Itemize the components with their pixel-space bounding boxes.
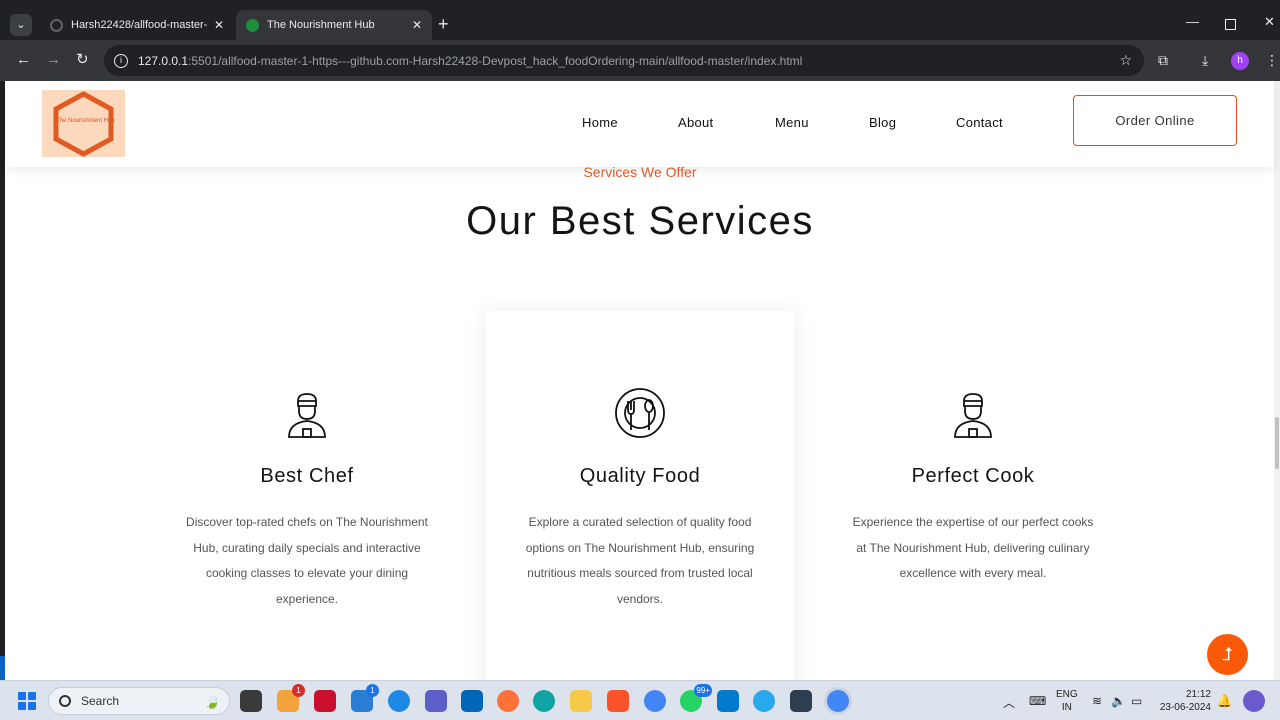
service-title: Best Chef	[260, 465, 354, 487]
windows-taskbar: Search 🍃 1 1 99+ ︿ ⌨ ENG IN ≋ 🔈 ▭ 21:12 …	[0, 680, 1280, 720]
telegram-icon[interactable]	[753, 690, 775, 712]
terminal-app-icon[interactable]	[790, 690, 812, 712]
nav-about[interactable]: About	[678, 115, 713, 130]
sticker-app-icon[interactable]	[388, 690, 410, 712]
section-title: Our Best Services	[466, 199, 814, 243]
nav-blog[interactable]: Blog	[869, 115, 896, 130]
profile-avatar[interactable]: h	[1231, 52, 1249, 70]
close-icon[interactable]: ✕	[214, 18, 224, 32]
clock[interactable]: 21:12 23-06-2024	[1159, 688, 1211, 714]
wifi-icon[interactable]: ≋	[1092, 694, 1102, 708]
search-label: Search	[81, 694, 120, 708]
taskbar-search[interactable]: Search 🍃	[48, 687, 230, 715]
task-view-icon[interactable]	[240, 690, 262, 712]
site-header: The Nourishment Hub Home About Menu Blog…	[5, 81, 1274, 167]
chevron-up-icon[interactable]: ︿	[1003, 694, 1015, 711]
minimize-icon[interactable]: —	[1186, 14, 1199, 29]
notification-bell-icon[interactable]: 🔔	[1217, 694, 1232, 708]
chef-icon	[288, 393, 326, 438]
todo-icon[interactable]: 1	[351, 684, 379, 712]
store-icon[interactable]	[461, 690, 483, 712]
forward-icon[interactable]: →	[46, 51, 61, 69]
url-text: 127.0.0.1:5501/allfood-master-1-https---…	[138, 53, 803, 68]
tab-nourishment-hub[interactable]: The Nourishment Hub ✕	[236, 10, 432, 40]
more-menu-icon[interactable]: ⋮	[1265, 52, 1279, 69]
copilot-icon[interactable]	[1243, 690, 1265, 712]
vscode-icon[interactable]	[717, 690, 739, 712]
back-icon[interactable]: ←	[16, 51, 31, 69]
teams-icon[interactable]	[425, 690, 447, 712]
tab-search-button[interactable]: ⌄	[10, 14, 32, 36]
github-icon	[50, 18, 63, 32]
download-icon[interactable]: ⤓	[1202, 52, 1208, 69]
nav-home[interactable]: Home	[582, 115, 618, 130]
plate-cutlery-icon	[615, 388, 665, 438]
extensions-icon[interactable]: ⧉	[1158, 52, 1168, 69]
search-highlight-icon: 🍃	[203, 693, 221, 709]
page-viewport: The Nourishment Hub Home About Menu Blog…	[0, 81, 1280, 680]
battery-icon[interactable]: ▭	[1131, 694, 1142, 708]
new-tab-button[interactable]: +	[438, 14, 449, 34]
language-indicator[interactable]: ENG IN	[1056, 688, 1078, 714]
service-description: Discover top-rated chefs on The Nourishm…	[186, 515, 428, 606]
service-title: Quality Food	[579, 465, 701, 487]
nav-contact[interactable]: Contact	[956, 115, 1003, 130]
service-perfect-cook: Perfect Cook Experience the expertise of…	[838, 387, 1108, 587]
brave-icon[interactable]	[607, 690, 629, 712]
firefox-icon[interactable]	[497, 690, 519, 712]
maximize-icon[interactable]	[1225, 19, 1236, 30]
mcafee-icon[interactable]	[314, 690, 336, 712]
chrome-profile-icon[interactable]	[644, 690, 666, 712]
chrome-active-icon[interactable]	[827, 690, 849, 712]
service-title: Perfect Cook	[911, 465, 1035, 487]
scroll-to-top-button[interactable]: ⮥	[1207, 634, 1248, 675]
service-quality-food: Quality Food Explore a curated selection…	[505, 387, 775, 612]
close-icon[interactable]: ✕	[412, 18, 422, 32]
file-explorer-icon[interactable]	[570, 690, 592, 712]
keyboard-icon[interactable]: ⌨	[1029, 694, 1046, 708]
volume-icon[interactable]: 🔈	[1111, 694, 1126, 708]
tab-title: Harsh22428/allfood-master-1-h	[71, 19, 208, 31]
bookmark-star-icon[interactable]: ☆	[1119, 52, 1132, 69]
site-logo[interactable]: The Nourishment Hub	[42, 90, 125, 157]
windows-start-icon[interactable]	[18, 692, 36, 710]
arrow-up-icon: ⮥	[1222, 644, 1233, 664]
site-info-icon[interactable]: i	[114, 53, 128, 68]
address-bar[interactable]: i 127.0.0.1:5501/allfood-master-1-https-…	[104, 45, 1144, 76]
service-description: Explore a curated selection of quality f…	[525, 515, 755, 606]
edge-icon[interactable]	[533, 690, 555, 712]
mail-app-icon[interactable]: 1	[277, 684, 305, 712]
tab-github[interactable]: Harsh22428/allfood-master-1-h ✕	[40, 10, 234, 40]
tab-title: The Nourishment Hub	[267, 19, 375, 31]
whatsapp-icon[interactable]: 99+	[680, 684, 712, 712]
close-window-icon[interactable]: ✕	[1264, 14, 1275, 30]
logo-text: The Nourishment Hub	[56, 118, 115, 124]
nav-menu[interactable]: Menu	[775, 115, 809, 130]
service-description: Experience the expertise of our perfect …	[852, 515, 1094, 580]
reload-icon[interactable]: ↻	[76, 51, 89, 69]
order-online-button[interactable]: Order Online	[1073, 95, 1237, 146]
chef-icon	[954, 393, 992, 438]
service-best-chef: Best Chef Discover top-rated chefs on Th…	[172, 387, 442, 612]
search-icon	[59, 695, 71, 707]
site-favicon-icon	[246, 18, 259, 32]
browser-toolbar: ← → ↻ i 127.0.0.1:5501/allfood-master-1-…	[0, 40, 1280, 81]
